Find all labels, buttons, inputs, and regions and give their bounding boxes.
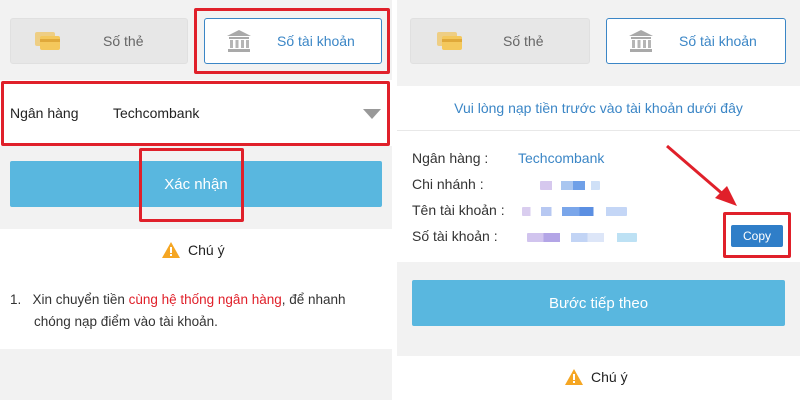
info-title: Vui lòng nạp tiền trước vào tài khoản dư… [454, 100, 743, 116]
card-icon [437, 32, 462, 50]
bank-select[interactable]: Ngân hàng Techcombank [0, 80, 392, 146]
field-branch-label: Chi nhánh : [412, 176, 484, 192]
note-block: 1. Xin chuyển tiền cùng hệ thống ngân hà… [0, 273, 392, 349]
notice: Chú ý [565, 369, 628, 385]
tab-card-number[interactable]: Số thẻ [10, 18, 188, 64]
note-text-after: , để nhanh [281, 292, 346, 307]
bank-select-label: Ngân hàng [10, 105, 79, 121]
account-number-blurred-value [527, 233, 637, 242]
tab-account-number[interactable]: Số tài khoản [606, 18, 786, 64]
notice-title: Chú ý [188, 242, 225, 258]
note-highlight: cùng hệ thống ngân hàng [128, 292, 282, 307]
warning-icon [162, 242, 180, 258]
branch-blurred-value [540, 181, 600, 190]
tab-card-number-label: Số thẻ [503, 33, 544, 49]
notice-bar: Chú ý [0, 229, 392, 273]
note-text: 1. Xin chuyển tiền cùng hệ thống ngân hà… [10, 289, 382, 333]
account-name-blurred-value [522, 207, 627, 216]
tab-account-number[interactable]: Số tài khoản [204, 18, 382, 64]
bank-icon [227, 30, 251, 52]
note-number: 1. [10, 292, 22, 307]
confirm-button[interactable]: Xác nhận [10, 161, 382, 207]
chevron-down-icon [363, 109, 381, 119]
field-bank-value: Techcombank [518, 150, 605, 166]
notice-bar: Chú ý [397, 356, 800, 400]
tab-account-number-label: Số tài khoản [277, 33, 355, 49]
note-line2: chóng nạp điểm vào tài khoản. [34, 314, 218, 329]
right-panel: Số thẻ Số tài khoản Vui lòng nạp tiền tr… [397, 0, 800, 400]
left-panel: Số thẻ Số tài khoản Ngân hàng Techcomban… [0, 0, 392, 400]
tab-account-number-label: Số tài khoản [679, 33, 757, 49]
warning-icon [565, 369, 583, 385]
red-arrow-icon [666, 144, 737, 206]
note-text-before: Xin chuyển tiền [32, 292, 129, 307]
card-icon [35, 32, 60, 50]
notice-title: Chú ý [591, 369, 628, 385]
bank-select-value: Techcombank [113, 105, 200, 121]
next-step-button[interactable]: Bước tiếp theo [412, 280, 785, 326]
notice: Chú ý [162, 242, 225, 258]
bank-icon [629, 30, 653, 52]
divider [397, 130, 800, 131]
tab-card-number[interactable]: Số thẻ [410, 18, 590, 64]
tab-card-number-label: Số thẻ [103, 33, 144, 49]
copy-button[interactable]: Copy [731, 225, 783, 247]
field-bank-label: Ngân hàng : [412, 150, 489, 166]
field-account-name-label: Tên tài khoản : [412, 202, 505, 218]
field-account-number-label: Số tài khoản : [412, 228, 498, 244]
